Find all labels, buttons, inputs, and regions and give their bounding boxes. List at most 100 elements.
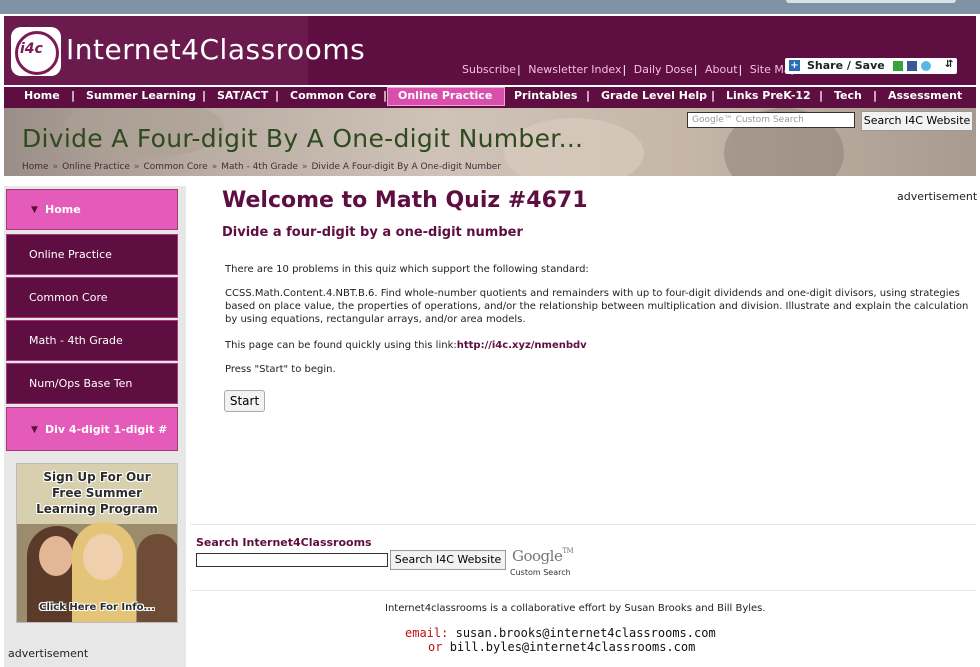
- breadcrumb-online-practice[interactable]: Online Practice: [62, 162, 130, 172]
- breadcrumb-common-core[interactable]: Common Core: [143, 162, 207, 172]
- breadcrumb-math-4th-grade[interactable]: Math - 4th Grade: [221, 162, 298, 172]
- footer-search-label: Search Internet4Classrooms: [196, 536, 372, 549]
- nav-separator: |: [383, 89, 387, 102]
- facebook-icon: [907, 61, 917, 71]
- quiz-short-link[interactable]: http://i4c.xyz/nmenbdv: [457, 340, 587, 351]
- footer-search-button[interactable]: Search I4C Website: [390, 550, 506, 570]
- nav-online-practice[interactable]: Online Practice: [398, 89, 492, 102]
- sidebar-item-label: Common Core: [29, 291, 108, 304]
- sidebar-item-online-practice[interactable]: Online Practice: [6, 234, 178, 275]
- quiz-link-line: This page can be found quickly using thi…: [225, 339, 587, 352]
- top-link-separator: |: [623, 63, 627, 76]
- share-plus-icon: +: [789, 60, 800, 71]
- share-label: Share / Save: [807, 59, 885, 72]
- quiz-title: Welcome to Math Quiz #4671: [222, 188, 588, 213]
- site-name[interactable]: Internet4Classrooms: [66, 33, 365, 66]
- press-start-text: Press "Start" to begin.: [225, 363, 336, 376]
- logo-icon[interactable]: i4c: [11, 27, 61, 76]
- nav-common-core[interactable]: Common Core: [290, 89, 376, 102]
- site-search-input[interactable]: Google™ Custom Search: [687, 112, 855, 128]
- divider: [190, 590, 976, 591]
- email-or-label: or: [428, 640, 442, 654]
- google-logo: GoogleTM: [512, 547, 573, 565]
- quiz-intro: There are 10 problems in this quiz which…: [225, 263, 589, 276]
- nav-separator: |: [275, 89, 279, 102]
- chevron-down-icon: ▼: [31, 408, 38, 452]
- breadcrumb-separator: »: [302, 162, 308, 172]
- breadcrumb-separator: »: [53, 162, 59, 172]
- sidebar-item-div-4-digit[interactable]: ▼ Div 4-digit 1-digit #: [6, 407, 178, 451]
- top-link-separator: |: [739, 63, 743, 76]
- top-link-about[interactable]: About: [705, 63, 738, 76]
- nav-separator: |: [873, 89, 877, 102]
- share-email-icon: [893, 61, 903, 71]
- top-links: Subscribe| Newsletter Index| Daily Dose|…: [462, 63, 798, 76]
- summer-learning-promo[interactable]: Sign Up For Our Free Summer Learning Pro…: [16, 463, 178, 623]
- sidebar-advertisement-label: advertisement: [8, 647, 88, 660]
- footer-search-input[interactable]: [196, 553, 388, 567]
- twitter-icon: [921, 61, 931, 71]
- sidebar-item-math-4th-grade[interactable]: Math - 4th Grade: [6, 320, 178, 361]
- nav-separator: |: [202, 89, 206, 102]
- breadcrumb-current: Divide A Four-digit By A One-digit Numbe…: [311, 162, 501, 172]
- email-susan-link[interactable]: susan.brooks@internet4classrooms.com: [456, 626, 716, 640]
- nav-sat-act[interactable]: SAT/ACT: [217, 89, 268, 102]
- google-custom-search-label: Custom Search: [510, 568, 571, 577]
- google-tm: TM: [562, 547, 573, 555]
- nav-links-prek-12[interactable]: Links PreK-12: [726, 89, 811, 102]
- google-logo-text: Google: [512, 547, 562, 565]
- promo-photo-face: [83, 534, 123, 580]
- sidebar-item-label: Math - 4th Grade: [29, 334, 123, 347]
- nav-separator: |: [71, 89, 75, 102]
- page-title: Divide A Four-digit By A One-digit Numbe…: [22, 124, 583, 153]
- collaboration-note: Internet4classrooms is a collaborative e…: [385, 603, 766, 614]
- promo-line-1: Sign Up For Our: [17, 470, 177, 484]
- sidebar-item-num-ops-base-ten[interactable]: Num/Ops Base Ten: [6, 363, 178, 404]
- browser-top-strip: [0, 0, 980, 14]
- promo-line-3: Learning Program: [17, 502, 177, 516]
- quiz-standard: CCSS.Math.Content.4.NBT.B.6. Find whole-…: [225, 287, 977, 326]
- nav-grade-level-help[interactable]: Grade Level Help: [601, 89, 707, 102]
- email-line-1: email: susan.brooks@internet4classrooms.…: [405, 626, 716, 640]
- top-link-separator: |: [694, 63, 698, 76]
- breadcrumb-home[interactable]: Home: [22, 162, 49, 172]
- nav-tech[interactable]: Tech: [834, 89, 862, 102]
- email-line-2: or bill.byles@internet4classrooms.com: [428, 640, 695, 654]
- sidebar-item-label: Num/Ops Base Ten: [29, 377, 132, 390]
- nav-printables[interactable]: Printables: [514, 89, 577, 102]
- sidebar-item-label: Home: [45, 203, 81, 216]
- logo-badge-text: i4c: [20, 41, 43, 57]
- main-advertisement-label: advertisement: [897, 190, 977, 203]
- top-strip-tab: [786, 0, 956, 3]
- nav-separator: |: [819, 89, 823, 102]
- sidebar-item-common-core[interactable]: Common Core: [6, 277, 178, 318]
- nav-summer-learning[interactable]: Summer Learning: [86, 89, 196, 102]
- top-link-separator: |: [517, 63, 521, 76]
- breadcrumb-separator: »: [212, 162, 218, 172]
- nav-assessment[interactable]: Assessment: [888, 89, 962, 102]
- nav-separator: |: [711, 89, 715, 102]
- chevron-down-icon: ▼: [31, 190, 38, 230]
- promo-photo-face: [39, 536, 73, 576]
- top-link-newsletter-index[interactable]: Newsletter Index: [528, 63, 621, 76]
- sidebar-item-home[interactable]: ▼ Home: [6, 189, 178, 230]
- share-save-button[interactable]: + Share / Save ⇵: [785, 58, 957, 74]
- email-bill-link[interactable]: bill.byles@internet4classrooms.com: [450, 640, 696, 654]
- sidebar-item-label: Online Practice: [29, 248, 112, 261]
- nav-separator: |: [586, 89, 590, 102]
- site-search-button[interactable]: Search I4C Website: [861, 111, 973, 131]
- promo-line-2: Free Summer: [17, 486, 177, 500]
- promo-cta: Click Here For Info...: [21, 602, 173, 613]
- top-link-daily-dose[interactable]: Daily Dose: [634, 63, 693, 76]
- email-label: email:: [405, 626, 448, 640]
- quiz-subtitle: Divide a four-digit by a one-digit numbe…: [222, 225, 523, 240]
- sidebar-item-label: Div 4-digit 1-digit #: [45, 423, 167, 436]
- start-button[interactable]: Start: [224, 390, 265, 412]
- nav-home[interactable]: Home: [24, 89, 60, 102]
- breadcrumb-separator: »: [134, 162, 140, 172]
- top-link-subscribe[interactable]: Subscribe: [462, 63, 516, 76]
- divider: [190, 524, 976, 525]
- breadcrumb: Home»Online Practice»Common Core»Math - …: [22, 162, 501, 172]
- quiz-link-prefix: This page can be found quickly using thi…: [225, 340, 457, 351]
- share-more-icon: ⇵: [945, 59, 953, 70]
